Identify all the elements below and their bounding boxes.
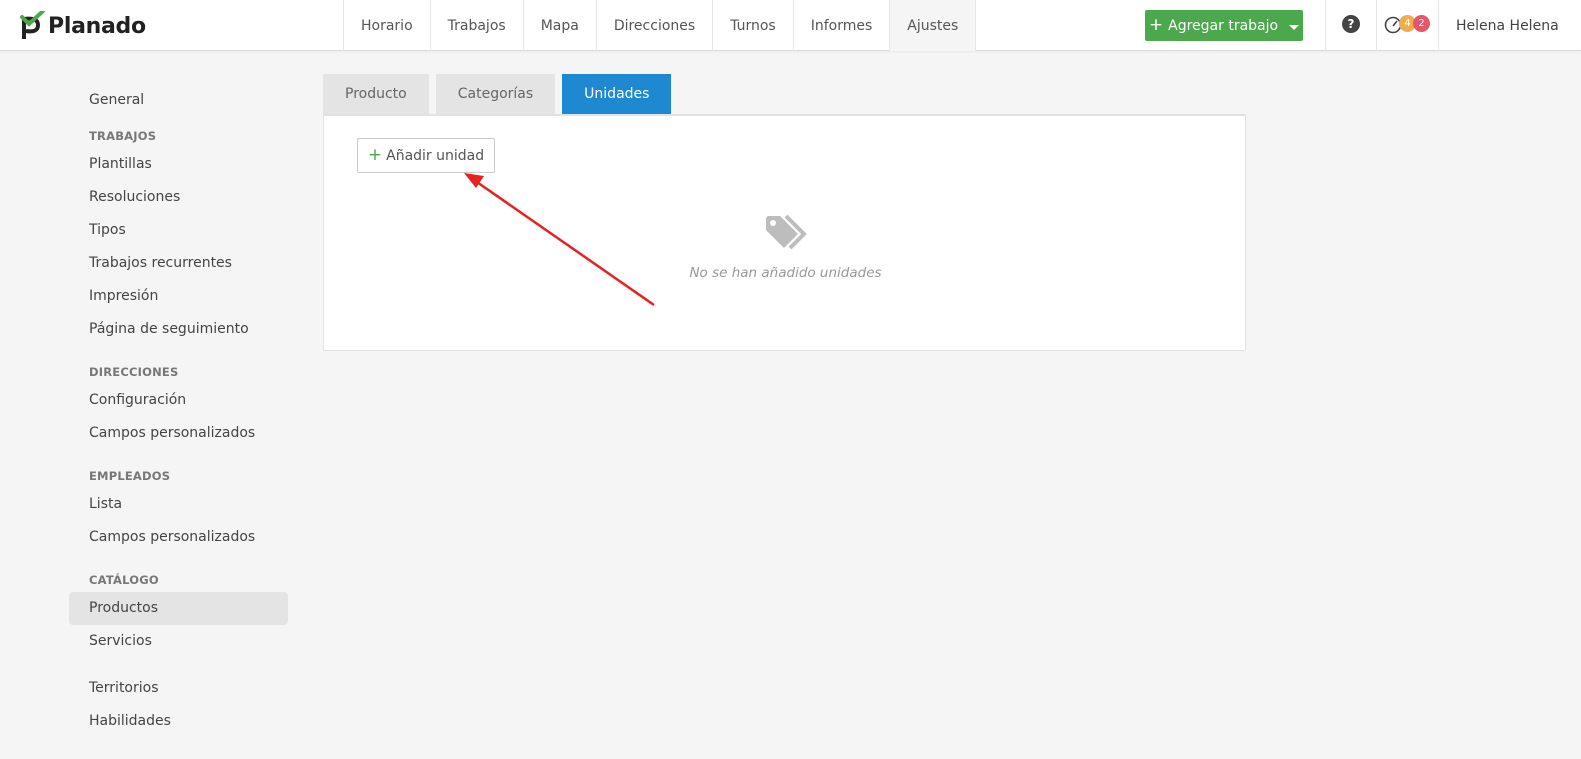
tab-categorias[interactable]: Categorías <box>435 74 556 114</box>
logo-text: Planado <box>48 13 146 39</box>
catalog-tabs: Producto Categorías Unidades <box>323 74 672 114</box>
main-nav: Horario Trabajos Mapa Direcciones Turnos… <box>343 0 977 51</box>
nav-ajustes[interactable]: Ajustes <box>889 0 977 51</box>
sidebar-heading-empleados: EMPLEADOS <box>89 469 171 483</box>
settings-sidebar: General TRABAJOS Plantillas Resoluciones… <box>69 84 288 738</box>
sidebar-item-recurrentes[interactable]: Trabajos recurrentes <box>69 247 288 280</box>
nav-mapa[interactable]: Mapa <box>522 0 596 51</box>
sidebar-item-tipos[interactable]: Tipos <box>69 214 288 247</box>
sidebar-item-resoluciones[interactable]: Resoluciones <box>69 181 288 214</box>
nav-horario[interactable]: Horario <box>343 0 430 51</box>
divider <box>1325 0 1326 51</box>
sidebar-item-servicios[interactable]: Servicios <box>69 625 288 658</box>
sidebar-item-impresion[interactable]: Impresión <box>69 280 288 313</box>
sidebar-item-habilidades[interactable]: Habilidades <box>69 705 288 738</box>
sidebar-item-productos[interactable]: Productos <box>69 592 288 625</box>
tab-unidades[interactable]: Unidades <box>562 74 672 114</box>
divider <box>1438 0 1439 51</box>
sidebar-item-configuracion[interactable]: Configuración <box>69 384 288 417</box>
sidebar-heading-catalogo: CATÁLOGO <box>89 573 159 587</box>
sidebar-item-general[interactable]: General <box>69 84 288 117</box>
add-unit-button[interactable]: + Añadir unidad <box>357 138 495 173</box>
sidebar-heading-trabajos: TRABAJOS <box>89 129 157 143</box>
top-bar: Planado Horario Trabajos Mapa Direccione… <box>0 0 1581 51</box>
sidebar-item-lista[interactable]: Lista <box>69 488 288 521</box>
caret-down-icon <box>1289 24 1300 30</box>
add-job-button[interactable]: + Agregar trabajo <box>1145 10 1303 41</box>
units-panel: + Añadir unidad No se han añadido unidad… <box>323 114 1246 351</box>
add-unit-label: Añadir unidad <box>386 147 485 164</box>
nav-informes[interactable]: Informes <box>792 0 890 51</box>
user-menu[interactable]: Helena Helena <box>1456 0 1559 51</box>
nav-direcciones[interactable]: Direcciones <box>595 0 712 51</box>
add-job-label: Agregar trabajo <box>1168 17 1279 34</box>
planado-logo[interactable]: Planado <box>20 11 146 41</box>
sidebar-item-seguimiento[interactable]: Página de seguimiento <box>69 313 288 346</box>
divider <box>1376 0 1377 51</box>
help-icon[interactable]: ? <box>1342 15 1360 33</box>
sidebar-item-campos-empleados[interactable]: Campos personalizados <box>69 521 288 554</box>
notification-badge-red[interactable]: 2 <box>1413 15 1430 32</box>
empty-state-text: No se han añadido unidades <box>689 265 882 281</box>
tags-icon <box>766 214 807 250</box>
sidebar-heading-direcciones: DIRECCIONES <box>89 365 179 379</box>
sidebar-item-territorios[interactable]: Territorios <box>69 672 288 705</box>
tab-producto[interactable]: Producto <box>323 74 429 114</box>
sidebar-item-campos-direcciones[interactable]: Campos personalizados <box>69 417 288 450</box>
planado-logo-icon <box>20 11 45 39</box>
nav-turnos[interactable]: Turnos <box>712 0 793 51</box>
plus-icon: + <box>1148 15 1164 35</box>
nav-trabajos[interactable]: Trabajos <box>429 0 523 51</box>
sidebar-item-plantillas[interactable]: Plantillas <box>69 148 288 181</box>
plus-icon: + <box>367 145 383 165</box>
